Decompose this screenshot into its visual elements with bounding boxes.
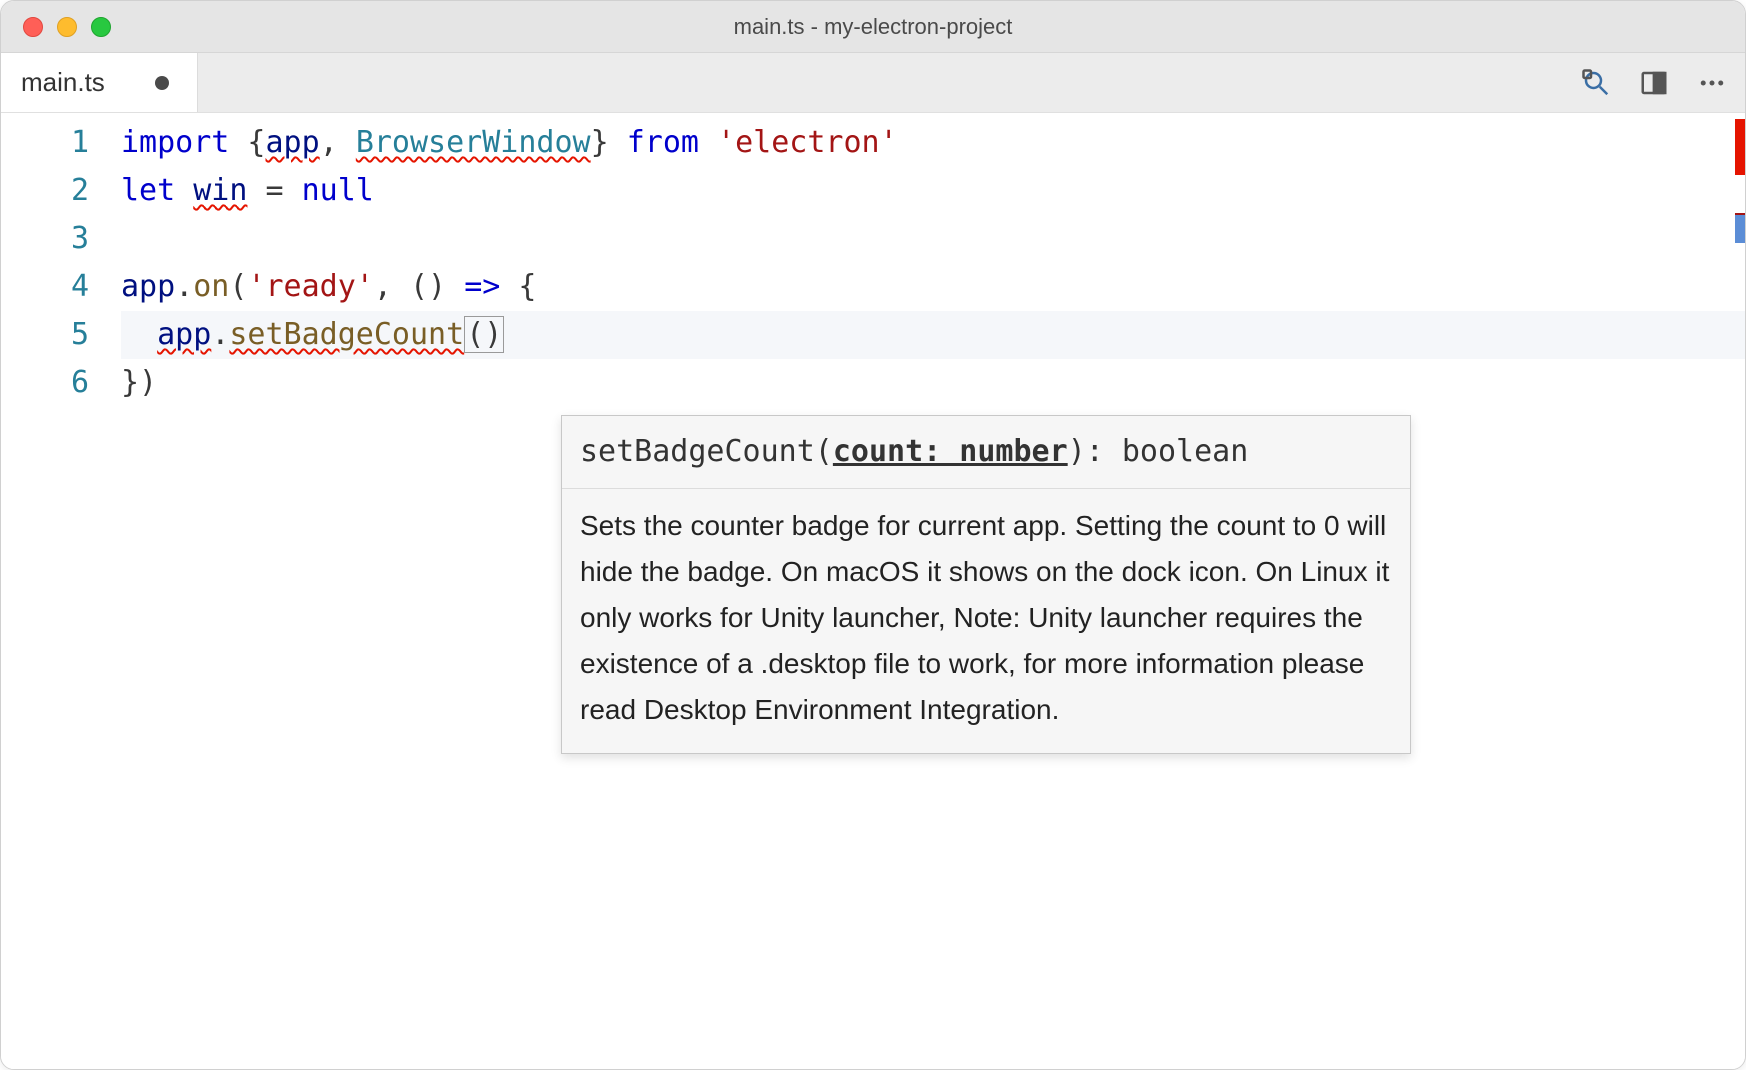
line-number: 5 <box>1 311 89 359</box>
line-number: 2 <box>1 167 89 215</box>
code-line-3[interactable] <box>121 215 1745 263</box>
code-line-5[interactable]: app.setBadgeCount() <box>121 311 1745 359</box>
more-actions-icon[interactable] <box>1697 68 1727 98</box>
line-number: 3 <box>1 215 89 263</box>
editor-window: main.ts - my-electron-project main.ts <box>0 0 1746 1070</box>
code-line-1[interactable]: import {app, BrowserWindow} from 'electr… <box>121 119 1745 167</box>
titlebar: main.ts - my-electron-project <box>1 1 1745 53</box>
code-line-6[interactable]: }) <box>121 359 1745 407</box>
signature-help-tooltip: setBadgeCount(count: number): boolean Se… <box>561 415 1411 754</box>
find-replace-icon[interactable] <box>1581 68 1611 98</box>
close-window-button[interactable] <box>23 17 43 37</box>
ruler-error-marker[interactable] <box>1735 119 1745 175</box>
signature-line: setBadgeCount(count: number): boolean <box>562 416 1410 489</box>
tab-label: main.ts <box>21 67 105 98</box>
dirty-indicator-icon <box>155 76 169 90</box>
code-line-4[interactable]: app.on('ready', () => { <box>121 263 1745 311</box>
ruler-cursor-marker[interactable] <box>1735 213 1745 243</box>
line-number: 4 <box>1 263 89 311</box>
code-area[interactable]: import {app, BrowserWindow} from 'electr… <box>121 113 1745 1069</box>
editor-actions <box>1581 53 1727 112</box>
tab-bar: main.ts <box>1 53 1745 113</box>
line-number-gutter: 1 2 3 4 5 6 <box>1 113 121 1069</box>
line-number: 1 <box>1 119 89 167</box>
maximize-window-button[interactable] <box>91 17 111 37</box>
line-number: 6 <box>1 359 89 407</box>
split-editor-icon[interactable] <box>1639 68 1669 98</box>
signature-doc: Sets the counter badge for current app. … <box>562 489 1410 753</box>
code-line-2[interactable]: let win = null <box>121 167 1745 215</box>
minimize-window-button[interactable] <box>57 17 77 37</box>
traffic-lights <box>23 17 111 37</box>
window-title: main.ts - my-electron-project <box>1 14 1745 40</box>
code-editor[interactable]: 1 2 3 4 5 6 import {app, BrowserWindow} … <box>1 113 1745 1069</box>
tab-main-ts[interactable]: main.ts <box>1 53 198 112</box>
